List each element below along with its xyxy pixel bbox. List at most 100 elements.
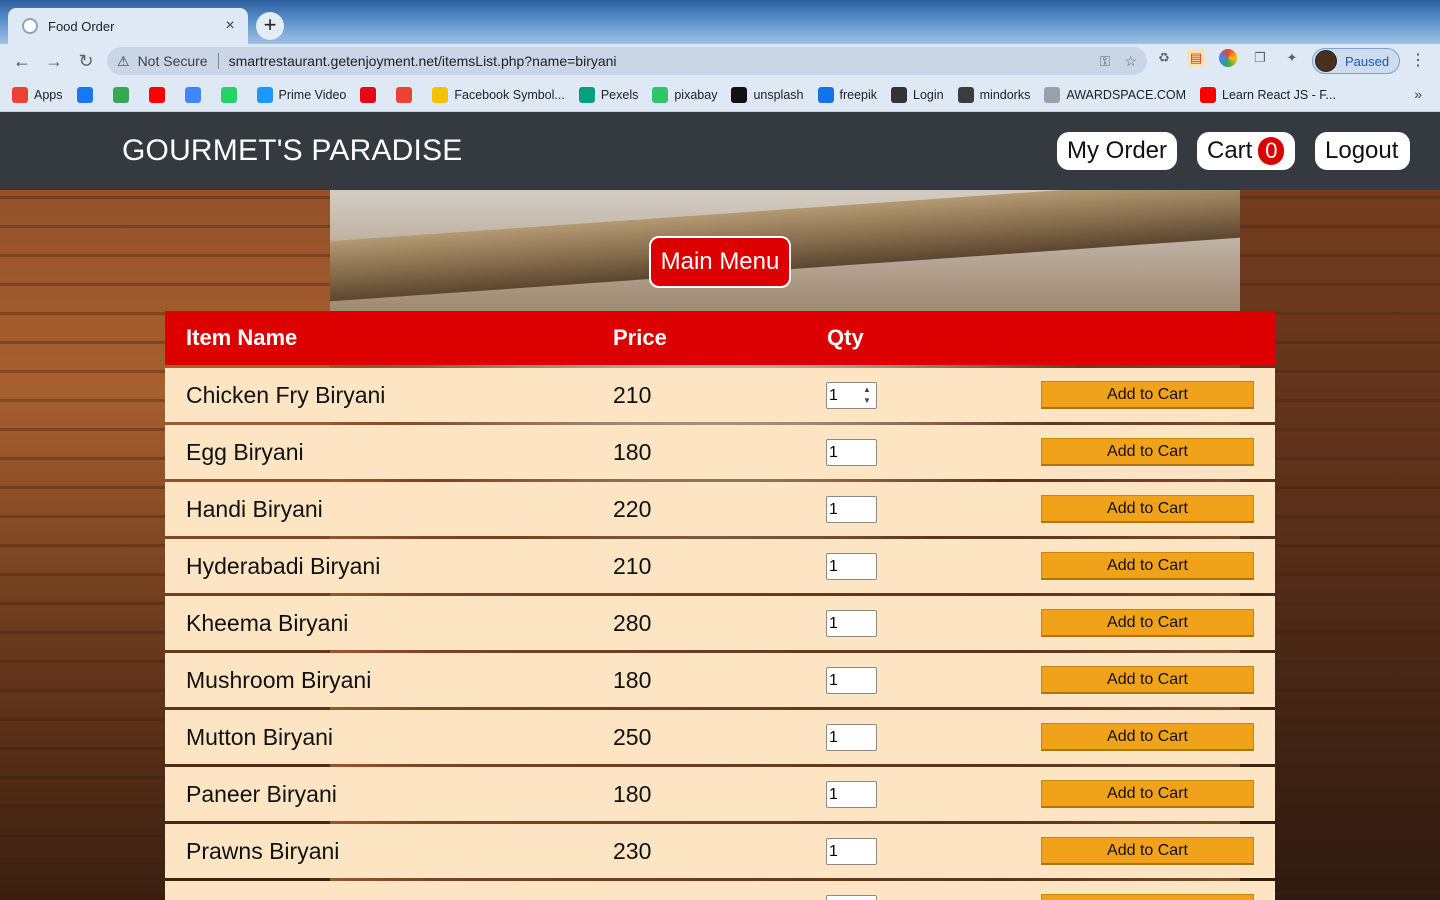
recycle-extension-icon[interactable]: ♻	[1155, 49, 1173, 67]
chevron-up-icon[interactable]: ▲	[859, 384, 875, 395]
bookmark-item[interactable]	[148, 86, 171, 103]
item-name: Chicken Fry Biryani	[186, 382, 386, 408]
browser-tab-strip: Food Order × +	[0, 0, 1440, 44]
quantity-input[interactable]	[826, 895, 877, 900]
item-price: 180	[613, 439, 652, 465]
item-price: 220	[613, 496, 652, 522]
add-to-cart-button[interactable]: Add to Cart	[1041, 666, 1254, 694]
browser-tab-food-order[interactable]: Food Order ×	[8, 8, 248, 44]
table-row: Add to Cart	[165, 881, 1275, 900]
bookmark-item[interactable]	[112, 86, 135, 103]
table-header: Item Name Price Qty	[165, 311, 1275, 365]
back-arrow-icon[interactable]: ←	[6, 47, 38, 75]
quantity-input[interactable]	[826, 781, 877, 808]
add-to-cart-button[interactable]: Add to Cart	[1041, 381, 1254, 409]
key-icon[interactable]: ⚿	[1100, 53, 1111, 70]
bookmark-item[interactable]	[360, 86, 382, 103]
bookmark-item[interactable]: freepik	[817, 86, 877, 103]
apps-grid-icon	[12, 86, 28, 103]
add-to-cart-button[interactable]: Add to Cart	[1041, 780, 1254, 808]
add-to-cart-button[interactable]: Add to Cart	[1041, 894, 1254, 900]
tab-close-icon[interactable]: ×	[222, 17, 238, 35]
bookmark-item[interactable]	[184, 86, 207, 103]
quantity-input[interactable]	[826, 496, 877, 523]
add-to-cart-button[interactable]: Add to Cart	[1041, 552, 1254, 580]
table-row: Prawns Biryani 230 Add to Cart	[165, 824, 1275, 878]
bookmark-item[interactable]	[396, 86, 418, 103]
new-tab-button[interactable]: +	[256, 12, 284, 40]
item-price: 210	[613, 553, 652, 579]
header-qty: Qty	[827, 325, 864, 350]
bookmark-item[interactable]: Login	[891, 86, 944, 103]
add-to-cart-button[interactable]: Add to Cart	[1041, 438, 1254, 466]
item-price: 250	[613, 724, 652, 750]
awardspace-icon	[1044, 86, 1061, 103]
add-to-cart-button[interactable]: Add to Cart	[1041, 837, 1254, 865]
bookmark-item[interactable]: AWARDSPACE.COM	[1044, 86, 1186, 103]
my-order-button[interactable]: My Order	[1057, 132, 1177, 170]
page-content: GOURMET'S PARADISE My Order Cart 0 Logou…	[0, 112, 1440, 900]
profile-button[interactable]: Paused	[1312, 48, 1400, 74]
quantity-input[interactable]	[826, 838, 877, 865]
table-body: Chicken Fry Biryani 210 ▲▼ Add to Cart Egg B…	[165, 368, 1275, 900]
header-price: Price	[613, 325, 667, 350]
menu-items-table: Item Name Price Qty Chicken Fry Biryani 2…	[165, 311, 1275, 900]
reload-icon[interactable]: ↻	[70, 47, 102, 75]
logout-button[interactable]: Logout	[1315, 132, 1410, 170]
tab-manager-extension-icon[interactable]: ❐	[1251, 49, 1269, 67]
notes-extension-icon[interactable]: ▤	[1187, 49, 1205, 67]
add-to-cart-button[interactable]: Add to Cart	[1041, 723, 1254, 751]
item-price: 230	[613, 838, 652, 864]
cart-button[interactable]: Cart 0	[1197, 132, 1295, 170]
add-to-cart-button[interactable]: Add to Cart	[1041, 495, 1254, 523]
quantity-input[interactable]	[826, 553, 877, 580]
quantity-input[interactable]	[826, 724, 877, 751]
bookmark-item[interactable]: Learn React JS - F...	[1200, 86, 1336, 103]
cart-count-badge: 0	[1258, 137, 1285, 165]
bookmark-item[interactable]: Facebook Symbol...	[432, 86, 565, 103]
quantity-stepper[interactable]: ▲ ▼	[859, 384, 875, 407]
item-name: Hyderabadi Biryani	[186, 553, 381, 579]
quantity-input[interactable]	[826, 667, 877, 694]
bookmark-item[interactable]: Apps	[12, 86, 63, 103]
bookmarks-overflow-icon[interactable]: »	[1414, 86, 1422, 102]
quantity-input[interactable]	[826, 439, 877, 466]
unsplash-icon	[731, 86, 748, 103]
star-icon[interactable]: ☆	[1124, 53, 1137, 70]
bookmark-item[interactable]: pixabay	[652, 86, 718, 103]
header-item-name: Item Name	[186, 325, 298, 350]
more-menu-icon[interactable]: ⋮	[1410, 50, 1426, 70]
bookmark-item[interactable]	[220, 86, 243, 103]
profile-status: Paused	[1345, 53, 1390, 69]
ptw-icon	[891, 86, 908, 103]
security-status[interactable]: Not Secure	[138, 53, 208, 69]
brand-title[interactable]: GOURMET'S PARADISE	[122, 134, 463, 168]
divider	[217, 53, 219, 69]
bookmark-item[interactable]: Pexels	[578, 86, 639, 103]
table-row: Hyderabadi Biryani 210 Add to Cart	[165, 539, 1275, 593]
pexels-icon	[578, 86, 595, 103]
quantity-input[interactable]	[826, 610, 877, 637]
url-text[interactable]: smartrestaurant.getenjoyment.net/itemsLi…	[229, 53, 1086, 69]
bookmark-label: Pexels	[600, 87, 639, 102]
table-row: Mushroom Biryani 180 Add to Cart	[165, 653, 1275, 707]
address-bar[interactable]: ⚠ Not Secure smartrestaurant.getenjoymen…	[107, 47, 1147, 75]
item-name: Mushroom Biryani	[186, 667, 372, 693]
item-name: Egg Biryani	[186, 439, 304, 465]
bookmark-label: pixabay	[674, 87, 718, 102]
item-price: 280	[613, 610, 652, 636]
bookmark-item[interactable]: mindorks	[957, 86, 1030, 103]
table-row: Mutton Biryani 250 Add to Cart	[165, 710, 1275, 764]
main-menu-button[interactable]: Main Menu	[649, 236, 791, 288]
bookmark-item[interactable]: unsplash	[731, 86, 804, 103]
chevron-down-icon[interactable]: ▼	[859, 395, 875, 406]
netflix-icon	[360, 86, 377, 103]
bookmark-item[interactable]: Prime Video	[256, 86, 346, 103]
add-to-cart-button[interactable]: Add to Cart	[1041, 609, 1254, 637]
bookmark-item[interactable]	[76, 86, 99, 103]
bookmark-label: unsplash	[753, 87, 804, 102]
puzzle-extensions-icon[interactable]: ✦	[1283, 49, 1301, 67]
color-picker-extension-icon[interactable]	[1219, 49, 1237, 67]
extensions-area: ♻ ▤ ❐ ✦	[1155, 49, 1301, 67]
forward-arrow-icon[interactable]: →	[38, 47, 70, 75]
